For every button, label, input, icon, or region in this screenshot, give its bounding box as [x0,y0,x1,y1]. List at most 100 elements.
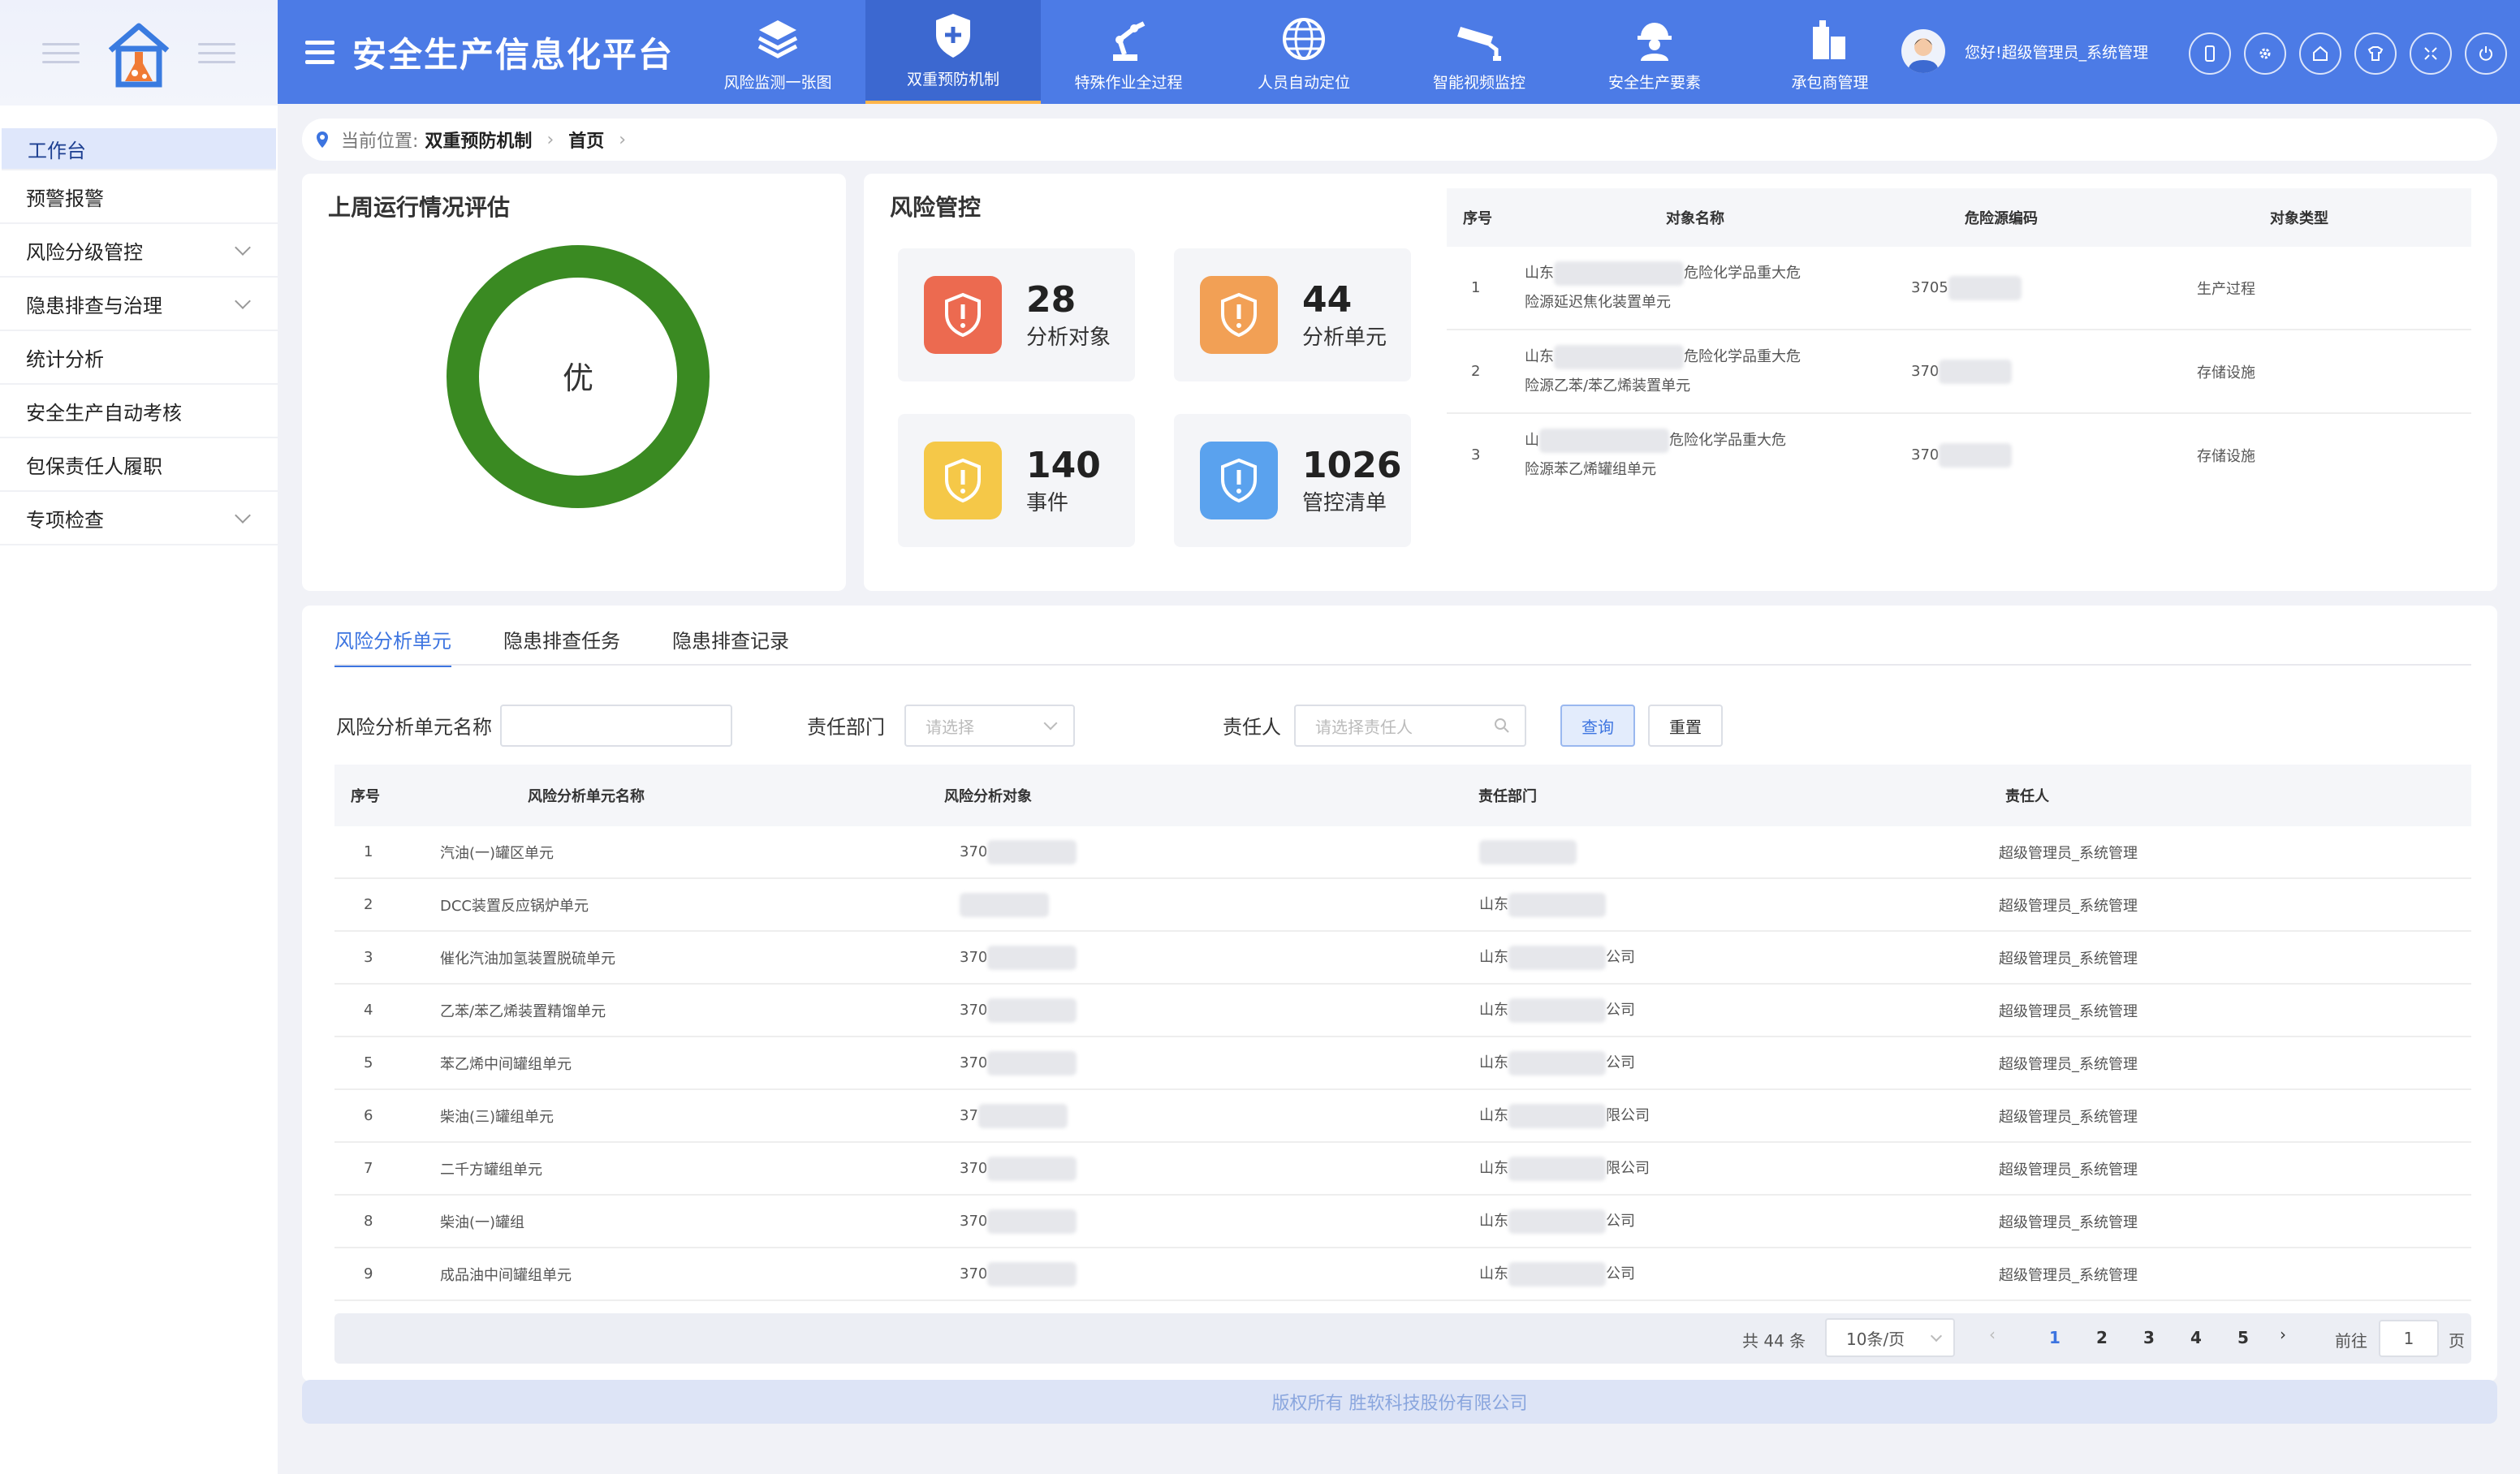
stat-events[interactable]: 140 事件 [898,414,1135,547]
page-number[interactable]: 5 [2220,1328,2267,1347]
cell-dept: 山东 [1479,892,1999,917]
sidebar-item-4[interactable]: 统计分析 [0,331,278,385]
query-button[interactable]: 查询 [1560,705,1635,747]
dept-prefix: 山东 [1479,1106,1508,1124]
sidebar-item-0[interactable]: 工作台 [2,128,276,170]
breadcrumb: 当前位置: 双重预防机制 › 首页 › [302,119,2497,161]
pagination: 共 44 条 10条/页 ‹ 12345 › 前往 1 页 [334,1313,2471,1364]
table-row[interactable]: 8 柴油(一)罐组 370 山东 公司 超级管理员_系统管理 [334,1196,2471,1248]
table-row[interactable]: 3 山 危险化学品重大危 险源苯乙烯罐组单元 370 存储设施 [1447,414,2471,481]
risk-object-table: 序号 对象名称 危险源编码 对象类型 1 山东 危险化学品重大危 险源延迟焦化装置单元… [1447,188,2471,481]
object-prefix: 370 [960,948,988,966]
sidebar-item-3[interactable]: 隐患排查与治理 [0,278,278,331]
object-prefix: 370 [960,1001,988,1019]
skin-icon[interactable] [2354,32,2397,75]
cell-dept: 山东 公司 [1479,1209,1999,1234]
stat-analysis-units[interactable]: 44 分析单元 [1174,248,1411,381]
mobile-icon[interactable] [2189,32,2231,75]
next-page-icon[interactable]: › [2280,1325,2286,1344]
cell-unit-name: 二千方罐组单元 [440,1161,542,1179]
sidebar-item-label: 预警报警 [26,187,104,210]
cell-code: 3705 [1875,275,2127,300]
stat-analysis-objects[interactable]: 28 分析对象 [898,248,1135,381]
cell-dept: 山东 公司 [1479,998,1999,1023]
sidebar-item-1[interactable]: 预警报警 [0,170,278,224]
menu-toggle-icon[interactable] [305,40,334,64]
dept-prefix: 山东 [1479,1159,1508,1177]
reset-button[interactable]: 重置 [1648,705,1723,747]
prev-page-icon[interactable]: ‹ [1989,1325,1996,1344]
table-row[interactable]: 5 苯乙烯中间罐组单元 370 山东 公司 超级管理员_系统管理 [334,1037,2471,1090]
page-size-select[interactable]: 10条/页 [1825,1318,1955,1357]
redacted [1948,275,2022,300]
dept-suffix: 公司 [1606,948,1635,966]
tab-2[interactable]: 隐患排查记录 [672,625,789,667]
nav-item-4[interactable]: 智能视频监控 [1392,0,1567,104]
home-icon[interactable] [2299,32,2341,75]
object-prefix: 370 [960,1159,988,1177]
nav-item-2[interactable]: 特殊作业全过程 [1041,0,1216,104]
header-cell: 责任部门 [1478,788,1537,805]
cell-unit-name: 成品油中间罐组单元 [440,1266,572,1284]
cell-type: 存储设施 [2197,447,2255,465]
table-row[interactable]: 3 催化汽油加氢装置脱硫单元 370 山东 公司 超级管理员_系统管理 [334,932,2471,985]
sidebar-item-5[interactable]: 安全生产自动考核 [0,385,278,438]
shield-alert-icon [924,276,1002,354]
nav-item-0[interactable]: 风险监测一张图 [690,0,865,104]
cell-no: 2 [1471,363,1481,380]
table-row[interactable]: 2 DCC装置反应锅炉单元 山东 超级管理员_系统管理 [334,879,2471,932]
settings-icon[interactable] [2244,32,2286,75]
breadcrumb-level1[interactable]: 双重预防机制 [425,127,532,153]
risk-table-body[interactable]: 1 山东 危险化学品重大危 险源延迟焦化装置单元 3705 生产过程 2 山东 危险化学品重大危… [1447,247,2471,481]
cell-person: 超级管理员_系统管理 [1999,897,2138,915]
table-row[interactable]: 2 山东 危险化学品重大危 险源乙苯/苯乙烯装置单元 370 存储设施 [1447,330,2471,414]
cell-no: 3 [1471,446,1481,463]
name-part: 危险化学品重大危 [1669,431,1786,449]
redacted [1508,1103,1606,1128]
unit-name-input[interactable] [500,705,732,747]
header-cell: 对象类型 [2270,210,2328,227]
logo-area [0,0,278,106]
cell-dept: 山东 公司 [1479,1261,1999,1287]
table-row[interactable]: 9 成品油中间罐组单元 370 山东 公司 超级管理员_系统管理 [334,1248,2471,1301]
table-row[interactable]: 7 二千方罐组单元 370 山东 限公司 超级管理员_系统管理 [334,1143,2471,1196]
chevron-down-icon [235,293,251,309]
user-box[interactable]: 您好!超级管理员_系统管理 [1901,29,2148,73]
redacted [977,1103,1068,1128]
redacted [1508,998,1606,1023]
table-row[interactable]: 1 汽油(一)罐区单元 370 超级管理员_系统管理 [334,826,2471,879]
cell-dept: 山东 公司 [1479,945,1999,970]
cell-object: 370 [960,998,1479,1023]
goto-input[interactable]: 1 [2379,1320,2439,1357]
user-greeting: 您好!超级管理员_系统管理 [1965,43,2149,62]
top-bar: 安全生产信息化平台 风险监测一张图 双重预防机制 特殊作业全过程 人员自动定位 智能视频… [278,0,2520,104]
stat-control-list[interactable]: 1026 管控清单 [1174,414,1411,547]
nav-item-1[interactable]: 双重预防机制 [865,0,1041,104]
nav-item-6[interactable]: 承包商管理 [1742,0,1918,104]
table-row[interactable]: 4 乙苯/苯乙烯装置精馏单元 370 山东 公司 超级管理员_系统管理 [334,985,2471,1037]
dept-select[interactable]: 请选择 [904,705,1075,747]
page-number[interactable]: 2 [2078,1328,2125,1347]
nav-item-3[interactable]: 人员自动定位 [1216,0,1392,104]
table-row[interactable]: 1 山东 危险化学品重大危 险源延迟焦化装置单元 3705 生产过程 [1447,247,2471,330]
person-select[interactable]: 请选择责任人 [1294,705,1526,747]
tab-1[interactable]: 隐患排查任务 [503,625,620,667]
dept-prefix: 山东 [1479,1212,1508,1230]
sidebar-item-2[interactable]: 风险分级管控 [0,224,278,278]
tab-0[interactable]: 风险分析单元 [334,625,451,667]
sidebar-item-6[interactable]: 包保责任人履职 [0,438,278,492]
table-row[interactable]: 6 柴油(三)罐组单元 37 山东 限公司 超级管理员_系统管理 [334,1090,2471,1143]
shield-plus-icon [936,14,970,58]
fullscreen-icon[interactable] [2410,32,2452,75]
grade-text: 优 [563,360,593,396]
power-icon[interactable] [2465,32,2507,75]
stat-value: 1026 [1302,444,1402,486]
nav-label: 双重预防机制 [906,71,999,88]
page-number[interactable]: 3 [2125,1328,2173,1347]
nav-item-5[interactable]: 安全生产要素 [1567,0,1742,104]
page-number[interactable]: 4 [2173,1328,2220,1347]
page-number[interactable]: 1 [2031,1328,2078,1347]
sidebar-item-7[interactable]: 专项检查 [0,492,278,545]
breadcrumb-level2[interactable]: 首页 [568,127,604,153]
tab-divider [334,664,2471,666]
